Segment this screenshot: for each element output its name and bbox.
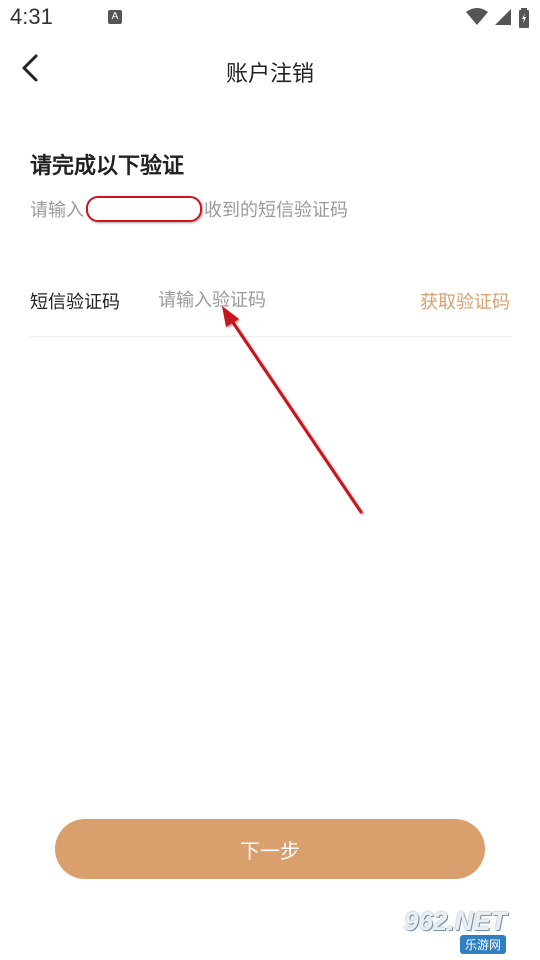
- status-bar: 4:31 A: [0, 0, 540, 36]
- sms-code-input[interactable]: [158, 284, 388, 316]
- sms-code-row: 短信验证码 获取验证码: [30, 270, 512, 337]
- status-time: 4:31: [10, 4, 53, 29]
- verify-subtitle-prefix: 请输入: [30, 200, 84, 221]
- annotation-arrow: [222, 306, 363, 514]
- sms-code-label: 短信验证码: [30, 292, 120, 313]
- notification-icon: A: [108, 10, 122, 24]
- verify-subtitle: 请输入 收到的短信验证码: [30, 196, 348, 224]
- get-code-button[interactable]: 获取验证码: [420, 288, 510, 314]
- verify-heading: 请完成以下验证: [30, 154, 185, 179]
- page-title: 账户注销: [225, 62, 314, 87]
- watermark-text: 962.NET: [404, 906, 507, 936]
- watermark-logo: 962.NET 乐游网: [404, 908, 534, 954]
- app-bar: 账户注销: [0, 36, 540, 102]
- watermark-subtext: 乐游网: [460, 935, 507, 954]
- verify-subtitle-suffix: 收到的短信验证码: [204, 200, 348, 221]
- status-icons: [465, 8, 530, 28]
- next-step-button[interactable]: 下一步: [55, 819, 485, 879]
- redacted-phone-mark: [86, 196, 202, 222]
- battery-icon: [519, 8, 529, 28]
- wifi-icon: [465, 8, 488, 25]
- signal-icon: [494, 9, 511, 25]
